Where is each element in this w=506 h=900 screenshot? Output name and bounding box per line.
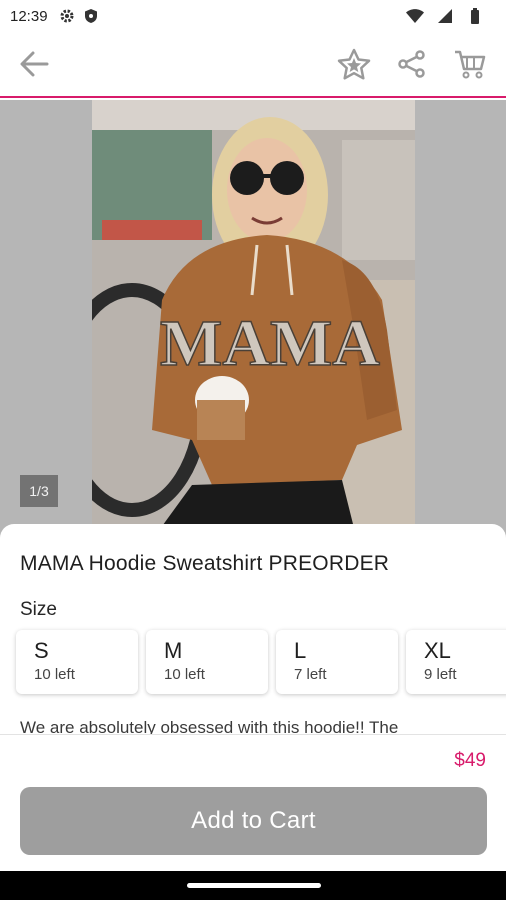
size-stock: 7 left [294,666,327,683]
size-option-s[interactable]: S 10 left [16,630,138,694]
back-button[interactable] [14,44,54,84]
product-photo: MAMA [92,100,415,540]
star-icon [337,48,371,80]
size-name: L [294,638,307,663]
image-counter: 1/3 [20,475,58,507]
share-icon [398,50,425,78]
cart-icon [455,50,486,79]
home-gesture-handle[interactable] [187,883,321,888]
footer-divider [0,734,506,735]
cart-button[interactable] [450,44,490,84]
shield-icon [82,7,100,25]
size-name: S [34,638,49,663]
status-time: 12:39 [10,7,48,25]
size-option-l[interactable]: L 7 left [276,630,398,694]
product-image-gallery[interactable]: MAMA 1/3 [0,100,506,540]
share-button[interactable] [392,44,432,84]
size-label: Size [20,599,57,620]
product-price: $49 [454,750,486,771]
size-name: M [164,638,183,663]
size-option-xl[interactable]: XL 9 left [406,630,506,694]
hoodie-print: MAMA [160,307,380,380]
product-details-sheet: MAMA Hoodie Sweatshirt PREORDER Size S 1… [0,524,506,734]
size-stock: 9 left [424,666,457,683]
favorite-button[interactable] [334,44,374,84]
size-name: XL [424,638,451,663]
product-description: We are absolutely obsessed with this hoo… [20,718,399,734]
status-bar: 12:39 [0,0,506,32]
size-stock: 10 left [164,666,205,683]
app-bar [0,32,506,98]
add-to-cart-button[interactable]: Add to Cart [20,787,487,855]
gear-icon [58,7,76,25]
size-option-m[interactable]: M 10 left [146,630,268,694]
product-title: MAMA Hoodie Sweatshirt PREORDER [20,552,390,575]
battery-icon [466,7,484,25]
system-navigation-bar [0,871,506,900]
wifi-icon [406,7,424,25]
signal-icon [436,7,454,25]
size-stock: 10 left [34,666,75,683]
size-options: S 10 left M 10 left L 7 left XL 9 left [16,630,506,694]
back-arrow-icon [20,51,49,77]
